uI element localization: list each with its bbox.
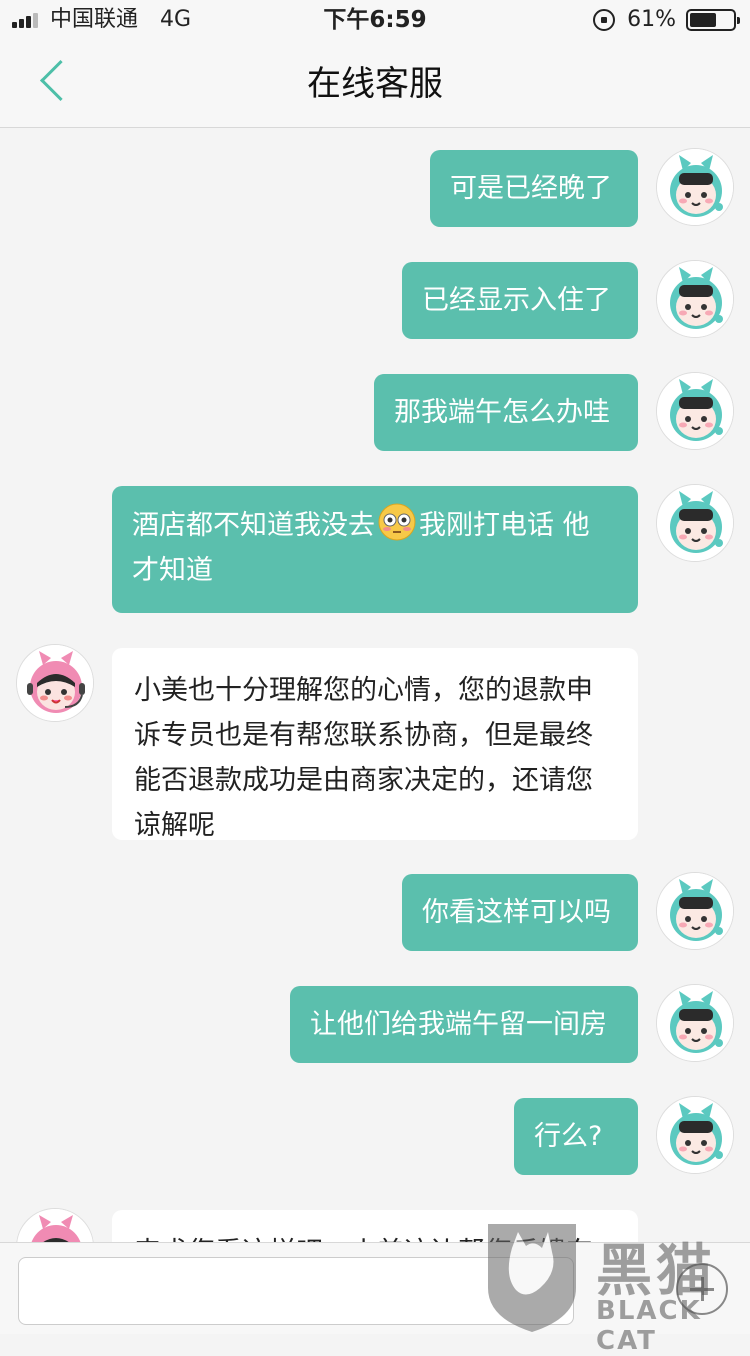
user-avatar[interactable]: [656, 484, 734, 562]
teal-mascot-avatar-icon: [657, 873, 733, 949]
outgoing-message[interactable]: 那我端午怎么办哇: [374, 374, 638, 451]
page-title: 在线客服: [307, 64, 443, 104]
message-text: 那我端午怎么办哇: [394, 397, 610, 428]
status-bar: 中国联通 4G 下午6:59 61%: [0, 0, 750, 40]
outgoing-message[interactable]: 行么?: [514, 1098, 638, 1175]
teal-mascot-avatar-icon: [657, 261, 733, 337]
outgoing-message[interactable]: 可是已经晚了: [430, 150, 638, 227]
message-text-line: 小美也十分理解您的心情，您的退款申: [134, 675, 593, 706]
outgoing-message[interactable]: 让他们给我端午留一间房: [290, 986, 638, 1063]
message-text: 行么?: [534, 1121, 603, 1152]
user-avatar[interactable]: [656, 260, 734, 338]
user-avatar[interactable]: [656, 148, 734, 226]
pink-agent-avatar-icon: [17, 645, 93, 721]
agent-avatar[interactable]: [16, 1208, 94, 1242]
message-text: 你看这样可以吗: [422, 897, 611, 928]
battery-icon: [686, 9, 740, 31]
message-text-line: 诉专员也是有帮您联系协商，但是最终: [134, 720, 593, 751]
teal-mascot-avatar-icon: [657, 985, 733, 1061]
message-text: 酒店都不知道我没去: [132, 510, 375, 541]
message-text-line: 能否退款成功是由商家决定的，还请您: [134, 765, 593, 796]
user-avatar[interactable]: [656, 872, 734, 950]
message-text: 让他们给我端午留一间房: [310, 1009, 607, 1040]
user-avatar[interactable]: [656, 1096, 734, 1174]
message-text: 我刚打电话 他: [419, 510, 590, 541]
message-text: 可是已经晚了: [450, 173, 612, 204]
battery-percent: 61%: [627, 7, 676, 32]
message-text: 已经显示入住了: [422, 285, 611, 316]
input-bar: [0, 1242, 750, 1334]
user-avatar[interactable]: [656, 984, 734, 1062]
chat-message-list[interactable]: 可是已经晚了 已经显示入住了 那我端午怎么办哇 酒店都不知道我没去 我刚打电话 …: [0, 128, 750, 1242]
pink-agent-avatar-icon: [17, 1209, 93, 1242]
teal-mascot-avatar-icon: [657, 149, 733, 225]
agent-avatar[interactable]: [16, 644, 94, 722]
outgoing-message[interactable]: 已经显示入住了: [402, 262, 638, 339]
teal-mascot-avatar-icon: [657, 485, 733, 561]
teal-mascot-avatar-icon: [657, 1097, 733, 1173]
incoming-message[interactable]: 来求您看这样吧，小美这边帮您反馈东: [112, 1210, 638, 1242]
navigation-bar: 在线客服: [0, 40, 750, 128]
incoming-message[interactable]: 小美也十分理解您的心情，您的退款申 诉专员也是有帮您联系协商，但是最终 能否退款…: [112, 648, 638, 841]
user-avatar[interactable]: [656, 372, 734, 450]
add-button[interactable]: [676, 1263, 728, 1315]
teal-mascot-avatar-icon: [657, 373, 733, 449]
message-text-line: 谅解呢: [134, 810, 215, 841]
message-text: 才知道: [132, 555, 213, 586]
flushed-face-emoji-icon: [378, 503, 416, 541]
outgoing-message[interactable]: 你看这样可以吗: [402, 874, 638, 951]
message-input[interactable]: [18, 1257, 574, 1325]
outgoing-message[interactable]: 酒店都不知道我没去 我刚打电话 他 才知道: [112, 486, 638, 613]
message-text-line: 来求您看这样吧，小美这边帮您反馈东: [134, 1230, 616, 1242]
orientation-lock-icon: [593, 9, 616, 31]
